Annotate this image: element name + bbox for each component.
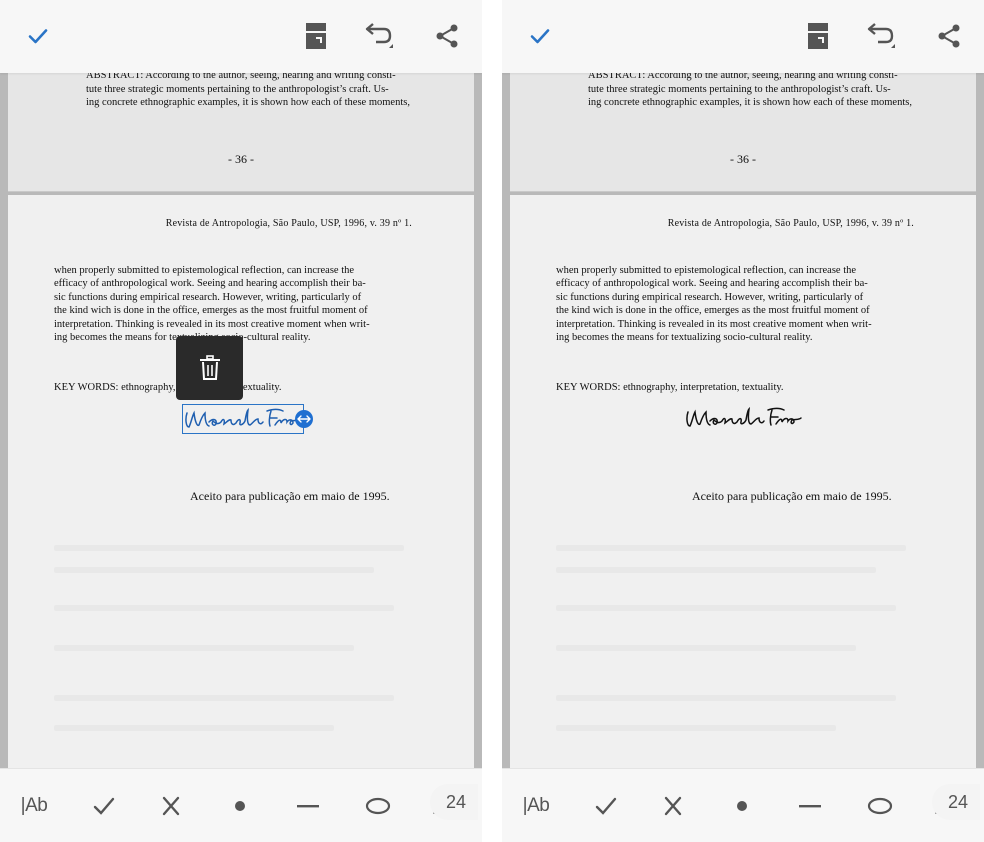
editor-panel-left: ABSTRACT: According to the author, seein… — [0, 0, 482, 842]
undo-button[interactable] — [360, 18, 396, 54]
ellipse-icon — [365, 797, 391, 815]
checkmark-tool-button[interactable] — [588, 789, 624, 823]
share-button[interactable] — [429, 18, 465, 54]
faint-line — [54, 695, 394, 701]
document-viewport[interactable]: ABSTRACT: According to the author, seein… — [0, 70, 482, 820]
previous-page-number: - 36 - — [730, 152, 756, 166]
dot-icon — [737, 801, 747, 811]
previous-page: ABSTRACT: According to the author, seein… — [8, 70, 474, 192]
top-bar — [502, 0, 984, 73]
dot-tool-button[interactable] — [724, 789, 760, 823]
faint-line — [54, 645, 354, 651]
checkmark-icon — [93, 797, 115, 815]
cross-icon — [664, 796, 682, 816]
dot-icon — [235, 801, 245, 811]
page-layout-button[interactable] — [298, 18, 334, 54]
accepted-note: Aceito para publicação em maio de 1995. — [692, 489, 892, 503]
ellipse-tool-button[interactable] — [360, 789, 396, 823]
undo-icon — [867, 23, 895, 48]
keywords-text: KEY WORDS: ethnography, interpretation, … — [54, 382, 282, 393]
line-tool-button[interactable] — [290, 789, 326, 823]
line-icon — [297, 805, 319, 808]
document-viewport[interactable]: ABSTRACT: According to the author, seein… — [502, 70, 984, 820]
faint-line — [556, 725, 836, 731]
page-count-badge[interactable]: 24 — [430, 784, 478, 820]
abstract-text: ABSTRACT: According to the author, seein… — [588, 70, 912, 108]
faint-line — [54, 567, 374, 573]
cross-tool-button[interactable] — [655, 789, 691, 823]
share-icon — [436, 24, 458, 48]
check-icon — [28, 29, 48, 44]
page-layout-button[interactable] — [800, 18, 836, 54]
signature-placed[interactable] — [684, 404, 806, 434]
keywords-text: KEY WORDS: ethnography, interpretation, … — [556, 382, 784, 393]
top-bar — [0, 0, 482, 73]
checkmark-icon — [595, 797, 617, 815]
page-count-badge[interactable]: 24 — [932, 784, 980, 820]
faint-line — [556, 695, 896, 701]
done-button[interactable] — [20, 18, 56, 54]
current-page: Revista de Antropologia, São Paulo, USP,… — [8, 195, 474, 768]
running-head: Revista de Antropologia, São Paulo, USP,… — [667, 218, 914, 229]
cross-icon — [162, 796, 180, 816]
line-icon — [799, 805, 821, 808]
accepted-note: Aceito para publicação em maio de 1995. — [190, 489, 390, 503]
share-button[interactable] — [931, 18, 967, 54]
undo-icon — [365, 23, 393, 48]
share-icon — [938, 24, 960, 48]
faint-line — [556, 605, 896, 611]
running-head: Revista de Antropologia, São Paulo, USP,… — [165, 218, 412, 229]
faint-line — [54, 725, 334, 731]
checkmark-tool-button[interactable] — [86, 789, 122, 823]
resize-handle[interactable] — [295, 410, 313, 428]
ellipse-icon — [867, 797, 893, 815]
annotation-toolbar: |Ab — [0, 768, 482, 842]
text-tool-button[interactable]: |Ab — [14, 789, 54, 823]
faint-line — [556, 645, 856, 651]
faint-line — [556, 567, 876, 573]
delete-popup[interactable] — [176, 336, 243, 400]
previous-page: ABSTRACT: According to the author, seein… — [510, 70, 976, 192]
faint-line — [54, 545, 404, 551]
signature-mark — [686, 406, 802, 427]
text-tool-button[interactable]: |Ab — [516, 789, 556, 823]
dot-tool-button[interactable] — [222, 789, 258, 823]
ellipse-tool-button[interactable] — [862, 789, 898, 823]
trash-icon[interactable] — [199, 355, 221, 381]
body-text: when properly submitted to epistemologic… — [556, 265, 872, 344]
previous-page-number: - 36 - — [228, 152, 254, 166]
body-text: when properly submitted to epistemologic… — [54, 265, 370, 344]
annotation-toolbar: |Ab — [502, 768, 984, 842]
undo-button[interactable] — [862, 18, 898, 54]
faint-line — [54, 605, 394, 611]
check-icon — [530, 29, 550, 44]
layout-icon — [306, 23, 326, 49]
done-button[interactable] — [522, 18, 558, 54]
resize-arrows-icon — [297, 415, 311, 423]
cross-tool-button[interactable] — [153, 789, 189, 823]
line-tool-button[interactable] — [792, 789, 828, 823]
editor-panel-right: ABSTRACT: According to the author, seein… — [502, 0, 984, 842]
signature-selected[interactable] — [182, 404, 304, 434]
signature-mark — [185, 407, 301, 428]
faint-line — [556, 545, 906, 551]
layout-icon — [808, 23, 828, 49]
current-page: Revista de Antropologia, São Paulo, USP,… — [510, 195, 976, 768]
abstract-text: ABSTRACT: According to the author, seein… — [86, 70, 410, 108]
